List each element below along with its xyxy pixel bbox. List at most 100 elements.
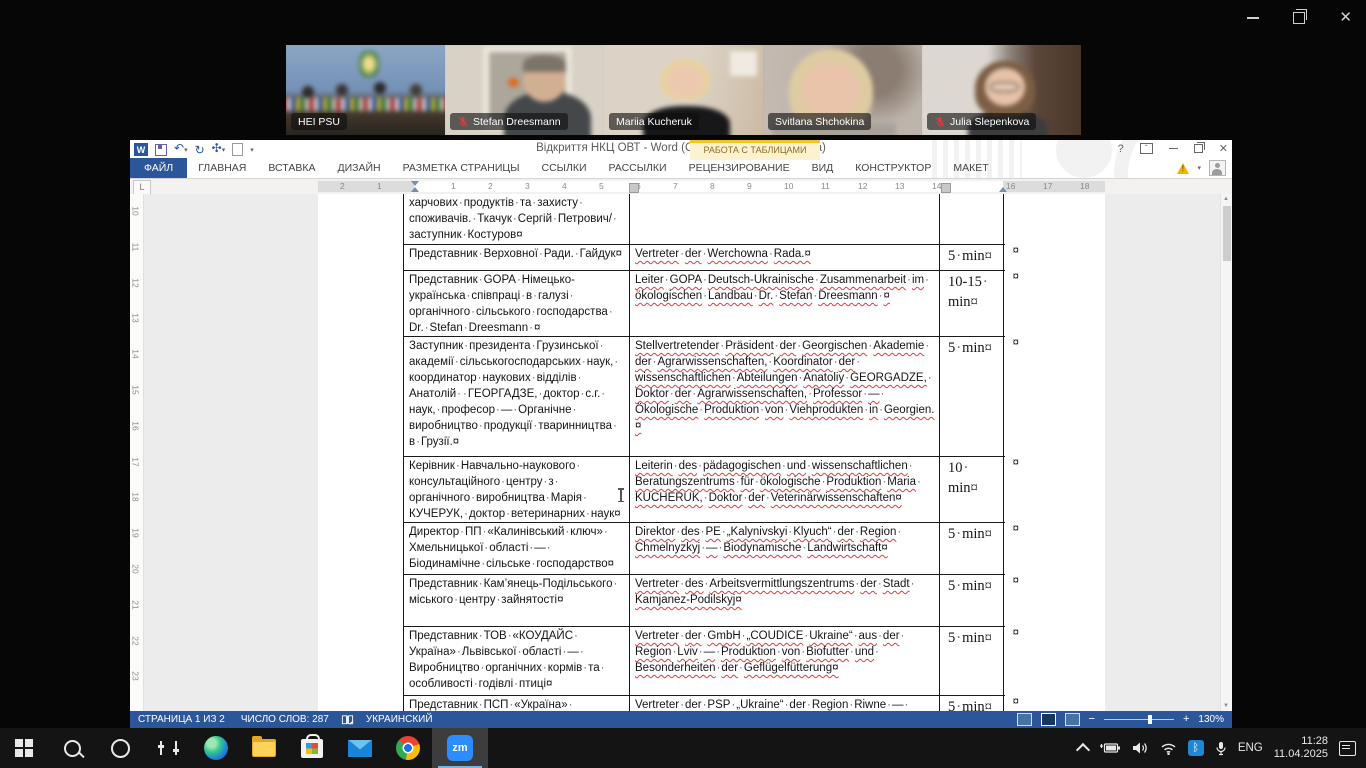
search-button[interactable]: [48, 728, 96, 768]
tab-mailings[interactable]: РАССЫЛКИ: [598, 158, 678, 178]
table-cell-time[interactable]: 10·​min¤: [940, 457, 1004, 522]
table-cell-german[interactable]: Vertreter·​der·​GmbH·​„COUDICE·​Ukraine“…: [630, 627, 940, 695]
right-indent-marker[interactable]: [999, 187, 1007, 192]
redo-icon[interactable]: ↻: [195, 144, 205, 156]
zoom-app-button[interactable]: zm: [432, 728, 488, 768]
table-cell-german[interactable]: Vertreter·​der·​PSP·​„Ukraine“·​der·​Reg…: [630, 696, 940, 711]
tab-review[interactable]: РЕЦЕНЗИРОВАНИЕ: [678, 158, 801, 178]
video-tile-julia-slepenkova[interactable]: Julia Slepenkova: [922, 45, 1081, 135]
table-column-marker[interactable]: [629, 183, 639, 193]
first-line-indent-marker[interactable]: [411, 181, 419, 186]
clock[interactable]: 11:28 11.04.2025: [1274, 735, 1328, 761]
cortana-button[interactable]: [96, 728, 144, 768]
action-center-icon[interactable]: [1339, 741, 1356, 756]
help-icon[interactable]: ?: [1118, 143, 1124, 155]
language-indicator[interactable]: УКРАИНСКИЙ: [358, 714, 441, 725]
table-cell-time[interactable]: 5·​min¤: [940, 627, 1004, 695]
video-tile-hei-psu[interactable]: HEI PSU: [286, 45, 445, 135]
sign-in-person-icon[interactable]: [1209, 160, 1226, 176]
tab-insert[interactable]: ВСТАВКА: [257, 158, 326, 178]
table-cell-ukrainian[interactable]: Керівник·​Навчально-наукового·​консульта…: [404, 457, 630, 522]
tab-stop-selector[interactable]: L: [133, 180, 151, 195]
undo-icon[interactable]: ↶▾: [174, 142, 188, 157]
task-view-button[interactable]: [144, 728, 192, 768]
table-cell-ukrainian[interactable]: Представник·​ТОВ·​«КОУДАЙС·​Україна»·​Ль…: [404, 627, 630, 695]
keyboard-language[interactable]: ENG: [1238, 742, 1263, 754]
table-row[interactable]: харчових·​продуктів·​та·​захисту·​спожив…: [404, 194, 1005, 245]
read-mode-icon[interactable]: [1017, 713, 1032, 726]
tab-references[interactable]: ССЫЛКИ: [530, 158, 597, 178]
table-cell-time[interactable]: 5·​min¤: [940, 523, 1004, 574]
table-cell-time[interactable]: 10-15·​min¤: [940, 271, 1004, 336]
tab-home[interactable]: ГЛАВНАЯ: [187, 158, 257, 178]
tab-table-design[interactable]: КОНСТРУКТОР: [844, 158, 942, 178]
table-row[interactable]: Представник·​Кам’янець-Подільського·​міс…: [404, 575, 1005, 627]
ribbon-display-options-icon[interactable]: ⌃: [1140, 143, 1153, 154]
document-area[interactable]: 1011121314151617181920212223 харчових·​п…: [130, 194, 1232, 711]
table-cell-time[interactable]: 5·​min¤: [940, 696, 1004, 711]
customize-qat-icon[interactable]: ▾: [250, 146, 254, 154]
wifi-icon[interactable]: [1160, 742, 1177, 755]
volume-icon[interactable]: [1132, 741, 1149, 755]
print-layout-icon[interactable]: [1041, 713, 1056, 726]
word-app-icon[interactable]: W: [134, 143, 148, 156]
restore-icon[interactable]: [1293, 12, 1305, 24]
vertical-scrollbar[interactable]: ▲ ▼: [1220, 194, 1232, 711]
restore-icon[interactable]: [1194, 144, 1203, 153]
microphone-icon[interactable]: [1215, 741, 1227, 756]
table-row[interactable]: Керівник·​Навчально-наукового·​консульта…: [404, 457, 1005, 523]
tab-design[interactable]: ДИЗАЙН: [326, 158, 391, 178]
hanging-indent-marker[interactable]: [411, 187, 419, 192]
table-cell-german[interactable]: Leiter·​GOPA·​Deutsch-Ukrainische·​Zusam…: [630, 271, 940, 336]
document-table[interactable]: харчових·​продуктів·​та·​захисту·​спожив…: [403, 194, 1005, 711]
table-row[interactable]: Директор·​ПП·​«Калинівський·​ключ»·​Хмел…: [404, 523, 1005, 575]
table-column-marker[interactable]: [941, 183, 951, 193]
table-cell-german[interactable]: Vertreter·​der·​Werchowna·​Rada.¤: [630, 245, 940, 270]
touch-mode-icon[interactable]: ✣▾: [212, 142, 226, 157]
tab-view[interactable]: ВИД: [801, 158, 845, 178]
video-tile-mariia-kucheruk[interactable]: Mariia Kucheruk: [604, 45, 763, 135]
table-cell-german[interactable]: Direktor·​des·​PE·​„Kalynivskyi·​Klyuch“…: [630, 523, 940, 574]
table-cell-time[interactable]: 5·​min¤: [940, 245, 1004, 270]
table-cell-time[interactable]: 5·​min¤: [940, 575, 1004, 626]
close-icon[interactable]: ✕: [1219, 142, 1228, 155]
tab-table-layout[interactable]: МАКЕТ: [942, 158, 999, 178]
new-document-icon[interactable]: [232, 143, 243, 156]
minimize-icon[interactable]: [1169, 148, 1178, 150]
store-button[interactable]: [288, 728, 336, 768]
table-cell-ukrainian[interactable]: Директор·​ПП·​«Калинівський·​ключ»·​Хмел…: [404, 523, 630, 574]
zoom-level[interactable]: 130%: [1198, 714, 1224, 725]
table-cell-ukrainian[interactable]: Заступник·​президента·​Грузинської·​акад…: [404, 337, 630, 456]
table-row[interactable]: Представник·​ТОВ·​«КОУДАЙС·​Україна»·​Ль…: [404, 627, 1005, 696]
zoom-slider-thumb[interactable]: [1148, 715, 1152, 724]
page-indicator[interactable]: СТРАНИЦА 1 ИЗ 2: [130, 714, 233, 725]
table-row[interactable]: Заступник·​президента·​Грузинської·​акад…: [404, 337, 1005, 457]
zoom-out-icon[interactable]: −: [1089, 714, 1095, 725]
table-cell-german[interactable]: Vertreter·​des·​Arbeitsvermittlungszentr…: [630, 575, 940, 626]
web-layout-icon[interactable]: [1065, 713, 1080, 726]
table-cell-ukrainian[interactable]: Представник·​GOPA·​Німецько-українська·​…: [404, 271, 630, 336]
word-title-bar[interactable]: W ↶▾ ↻ ✣▾ ▾ Відкриття НКЦ ОВТ - Word (Сб…: [130, 140, 1232, 158]
tab-file[interactable]: ФАЙЛ: [130, 158, 187, 178]
table-cell-german[interactable]: Stellvertretender·​Präsident·​der·​Georg…: [630, 337, 940, 456]
video-tile-svitlana-shchokina[interactable]: Svitlana Shchokina: [763, 45, 922, 135]
scrollbar-thumb[interactable]: [1223, 206, 1231, 261]
edge-button[interactable]: [192, 728, 240, 768]
zoom-slider[interactable]: [1104, 719, 1174, 720]
table-cell-ukrainian[interactable]: Представник·​Верховної·​Ради.·​Гайдук¤: [404, 245, 630, 270]
minimize-icon[interactable]: [1247, 17, 1259, 19]
table-row[interactable]: Представник·​Верховної·​Ради.·​Гайдук¤ V…: [404, 245, 1005, 271]
start-button[interactable]: [0, 728, 48, 768]
horizontal-ruler[interactable]: 211234567891011121314161718: [130, 179, 1232, 194]
table-cell-german[interactable]: Leiterin·​des·​pädagogischen·​und·​wisse…: [630, 457, 940, 522]
scroll-up-icon[interactable]: ▲: [1223, 196, 1229, 202]
file-explorer-button[interactable]: [240, 728, 288, 768]
table-cell-german[interactable]: [630, 194, 940, 244]
table-cell-ukrainian[interactable]: Представник·​ПСП·​«Україна»·​Рівненської…: [404, 696, 630, 711]
table-row[interactable]: Представник·​GOPA·​Німецько-українська·​…: [404, 271, 1005, 337]
table-cell-time[interactable]: 5·​min¤: [940, 337, 1004, 456]
vertical-ruler[interactable]: 1011121314151617181920212223: [130, 194, 144, 711]
proofing-errors-icon[interactable]: [341, 714, 354, 726]
table-cell-ukrainian[interactable]: харчових·​продуктів·​та·​захисту·​спожив…: [404, 194, 630, 244]
word-count[interactable]: ЧИСЛО СЛОВ: 287: [233, 714, 337, 725]
